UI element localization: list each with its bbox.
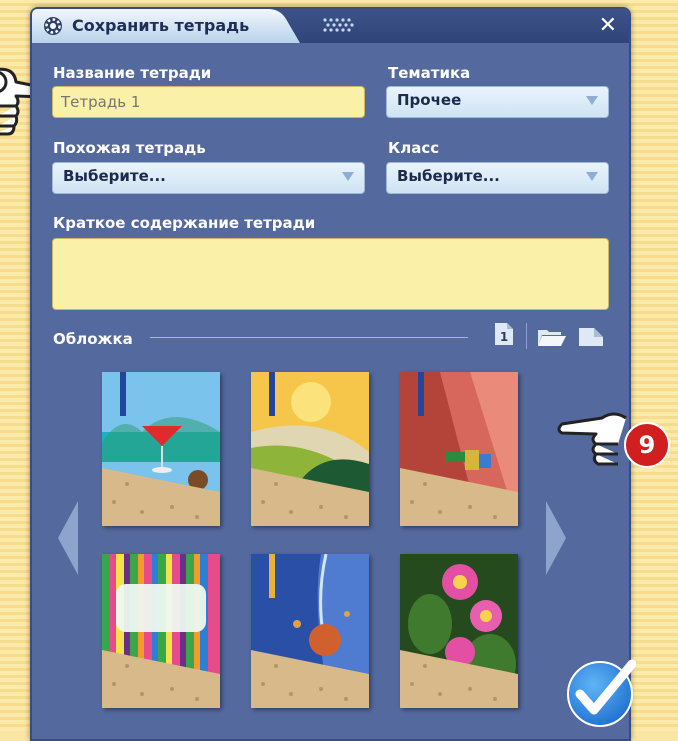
cover-thumbnail-5[interactable] bbox=[251, 554, 369, 708]
cover-thumbnail-2[interactable] bbox=[251, 372, 369, 526]
next-arrow-icon[interactable] bbox=[544, 499, 568, 577]
prev-arrow-icon[interactable] bbox=[56, 499, 80, 577]
name-label: Название тетради bbox=[53, 64, 212, 82]
close-icon[interactable]: ✕ bbox=[599, 13, 617, 38]
blank-page-icon[interactable] bbox=[578, 327, 604, 347]
theme-value: Прочее bbox=[397, 91, 462, 109]
chevron-down-icon bbox=[586, 96, 598, 105]
similar-value: Выберите... bbox=[63, 167, 166, 185]
theme-label: Тематика bbox=[388, 64, 471, 82]
cover-thumbnail-1[interactable] bbox=[102, 372, 220, 526]
notebook-name-input[interactable] bbox=[52, 86, 365, 118]
summary-label: Краткое содержание тетради bbox=[53, 214, 316, 232]
cover-thumbnail-3[interactable] bbox=[400, 372, 518, 526]
cover-label: Обложка bbox=[53, 330, 133, 348]
class-select[interactable]: Выберите... bbox=[386, 162, 609, 194]
step-badge: 9 bbox=[624, 422, 670, 468]
grip-icon[interactable] bbox=[322, 17, 356, 33]
chevron-down-icon bbox=[586, 172, 598, 181]
similar-notebook-select[interactable]: Выберите... bbox=[52, 162, 365, 194]
theme-select[interactable]: Прочее bbox=[386, 86, 609, 118]
page-icon[interactable]: 1 bbox=[494, 322, 514, 346]
save-notebook-dialog: Сохранить тетрадь ✕ Название тетради Тем… bbox=[30, 7, 636, 741]
gear-icon bbox=[44, 17, 62, 35]
confirm-check-button[interactable] bbox=[564, 656, 636, 728]
step-number: 9 bbox=[638, 431, 656, 459]
title-bar[interactable]: Сохранить тетрадь ✕ bbox=[32, 9, 629, 43]
cover-thumbnail-6[interactable] bbox=[400, 554, 518, 708]
page-number: 1 bbox=[500, 330, 508, 344]
dialog-title: Сохранить тетрадь bbox=[72, 16, 250, 35]
pointing-hand-icon bbox=[557, 412, 627, 466]
toolbar-separator bbox=[526, 323, 527, 349]
divider bbox=[150, 337, 468, 338]
similar-label: Похожая тетрадь bbox=[53, 139, 206, 157]
folder-icon[interactable] bbox=[537, 327, 567, 347]
cover-thumbnail-4[interactable] bbox=[102, 554, 220, 708]
class-label: Класс bbox=[388, 139, 440, 157]
chevron-down-icon bbox=[342, 172, 354, 181]
class-value: Выберите... bbox=[397, 167, 500, 185]
summary-textarea[interactable] bbox=[52, 238, 609, 310]
